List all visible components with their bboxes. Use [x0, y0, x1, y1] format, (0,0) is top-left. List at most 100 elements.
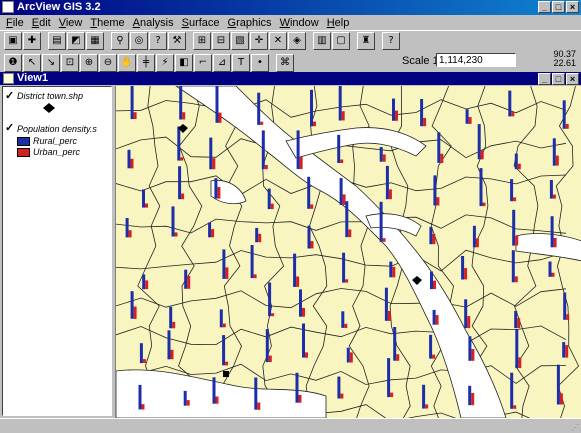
text-label-button[interactable]: ⌐	[194, 53, 212, 72]
zoom-out-button[interactable]: ✕	[269, 32, 287, 50]
theme1-checkbox[interactable]: ✓	[5, 89, 14, 102]
menu-theme[interactable]: Theme	[86, 17, 128, 29]
rural-bar	[465, 109, 469, 124]
arcview-app-icon	[2, 1, 14, 14]
zoom-in-button[interactable]: ✛	[250, 32, 268, 50]
urban-bar	[253, 274, 257, 279]
urban-bar	[518, 357, 522, 369]
urban-bar	[480, 150, 484, 160]
rural-bar	[468, 336, 472, 361]
menu-view[interactable]: View	[55, 17, 87, 29]
urban-bar	[340, 159, 344, 163]
rural-bar	[139, 343, 143, 364]
view-maximize-button[interactable]: □	[552, 73, 565, 85]
urban-bar	[187, 275, 191, 289]
rural-bar	[130, 86, 134, 120]
menu-help[interactable]: Help	[323, 17, 354, 29]
zoom-selected-button[interactable]: ▧	[231, 32, 249, 50]
area-label-button[interactable]: ⊿	[213, 53, 231, 72]
rural-bar	[422, 384, 426, 409]
theme2-name[interactable]: Population density.s	[17, 124, 97, 134]
theme2-checkbox[interactable]: ✓	[5, 121, 14, 134]
select-feature-button[interactable]: ▥	[313, 32, 331, 50]
rural-bar	[420, 99, 424, 127]
rural-bar	[429, 334, 433, 359]
rural-bar	[342, 252, 346, 283]
minimize-button[interactable]: _	[538, 1, 551, 13]
urban-bar	[433, 280, 436, 290]
menu-surface[interactable]: Surface	[178, 17, 224, 29]
help-button[interactable]: ?	[382, 32, 400, 50]
rural-bar	[339, 178, 343, 205]
view-minimize-button[interactable]: _	[538, 73, 551, 85]
urban-bar	[382, 154, 386, 162]
rural-bar	[548, 261, 552, 277]
hammer-button[interactable]: ⚒	[168, 32, 186, 50]
scale-input[interactable]: 1,114,230	[436, 53, 516, 67]
urban-bar	[142, 359, 146, 363]
view-title-bar[interactable]: View1 _ □ ×	[0, 72, 581, 85]
vertex-edit-button[interactable]: ↘	[42, 53, 60, 72]
pointer-button[interactable]: ↖	[23, 53, 41, 72]
urban-bar	[392, 266, 396, 278]
label-button[interactable]: ◧	[175, 53, 193, 72]
view-icon	[3, 72, 14, 84]
measure-button[interactable]: ╪	[137, 53, 155, 72]
rural-bar	[345, 201, 349, 238]
query-button[interactable]: ?	[149, 32, 167, 50]
zoom-prev-button[interactable]: ◈	[288, 32, 306, 50]
urban-bar	[395, 110, 398, 121]
text-button[interactable]: T	[232, 53, 250, 72]
urban-bar	[271, 313, 275, 317]
urban-bar	[215, 396, 219, 404]
menu-file[interactable]: File	[2, 17, 28, 29]
locate-button[interactable]: ◎	[130, 32, 148, 50]
urban-bar	[268, 355, 272, 363]
maximize-button[interactable]: □	[552, 1, 565, 13]
zoom-full-button[interactable]: ⊞	[193, 32, 211, 50]
identify-button[interactable]: ❶	[4, 53, 22, 72]
resize-grip-icon[interactable]: ⋰	[571, 423, 579, 432]
rural-bar	[433, 175, 437, 206]
open-table-button[interactable]: ▦	[86, 32, 104, 50]
menu-edit[interactable]: Edit	[28, 17, 55, 29]
rural-bar	[338, 86, 342, 121]
menu-window[interactable]: Window	[276, 17, 323, 29]
menu-analysis[interactable]: Analysis	[129, 17, 178, 29]
urban-bar	[130, 158, 134, 169]
rural-bar	[379, 147, 383, 162]
save-button[interactable]: ▣	[4, 32, 22, 50]
zoom-in-tool-button[interactable]: ⊕	[80, 53, 98, 72]
hotlink-button[interactable]: ⚡	[156, 53, 174, 72]
add-theme-button[interactable]: ✚	[23, 32, 41, 50]
rural-bar	[384, 287, 388, 321]
map-display[interactable]	[115, 86, 581, 418]
rural-bar	[387, 358, 391, 398]
rural-bar	[179, 86, 183, 120]
urban-bar	[440, 153, 444, 163]
rural-bar	[550, 216, 554, 248]
urban-label: Urban_perc	[33, 147, 81, 157]
app-title-bar[interactable]: ArcView GIS 3.2 _ □ ×	[0, 0, 581, 15]
rural-bar	[142, 274, 146, 290]
map-canvas[interactable]	[116, 86, 581, 418]
pan-button[interactable]: ✋	[118, 53, 136, 72]
clear-select-button[interactable]: ▢	[332, 32, 350, 50]
theme-props-button[interactable]: ▤	[48, 32, 66, 50]
snap-button[interactable]: ⌘	[276, 53, 294, 72]
edit-legend-button[interactable]: ◩	[67, 32, 85, 50]
close-button[interactable]: ×	[566, 1, 579, 13]
zoom-active-button[interactable]: ⊟	[212, 32, 230, 50]
urban-bar	[299, 156, 303, 170]
zoom-out-tool-button[interactable]: ⊖	[99, 53, 117, 72]
select-feat-button[interactable]: ⊡	[61, 53, 79, 72]
find-button[interactable]: ⚲	[111, 32, 129, 50]
layout-button[interactable]: ♜	[357, 32, 375, 50]
menu-graphics[interactable]: Graphics	[224, 17, 276, 29]
theme1-name[interactable]: District town.shp	[17, 91, 83, 101]
rural-bar	[472, 225, 476, 248]
urban-bar	[344, 323, 348, 328]
view-close-button[interactable]: ×	[566, 73, 579, 85]
draw-point-button[interactable]: •	[251, 53, 269, 72]
rural-bar	[167, 330, 171, 360]
